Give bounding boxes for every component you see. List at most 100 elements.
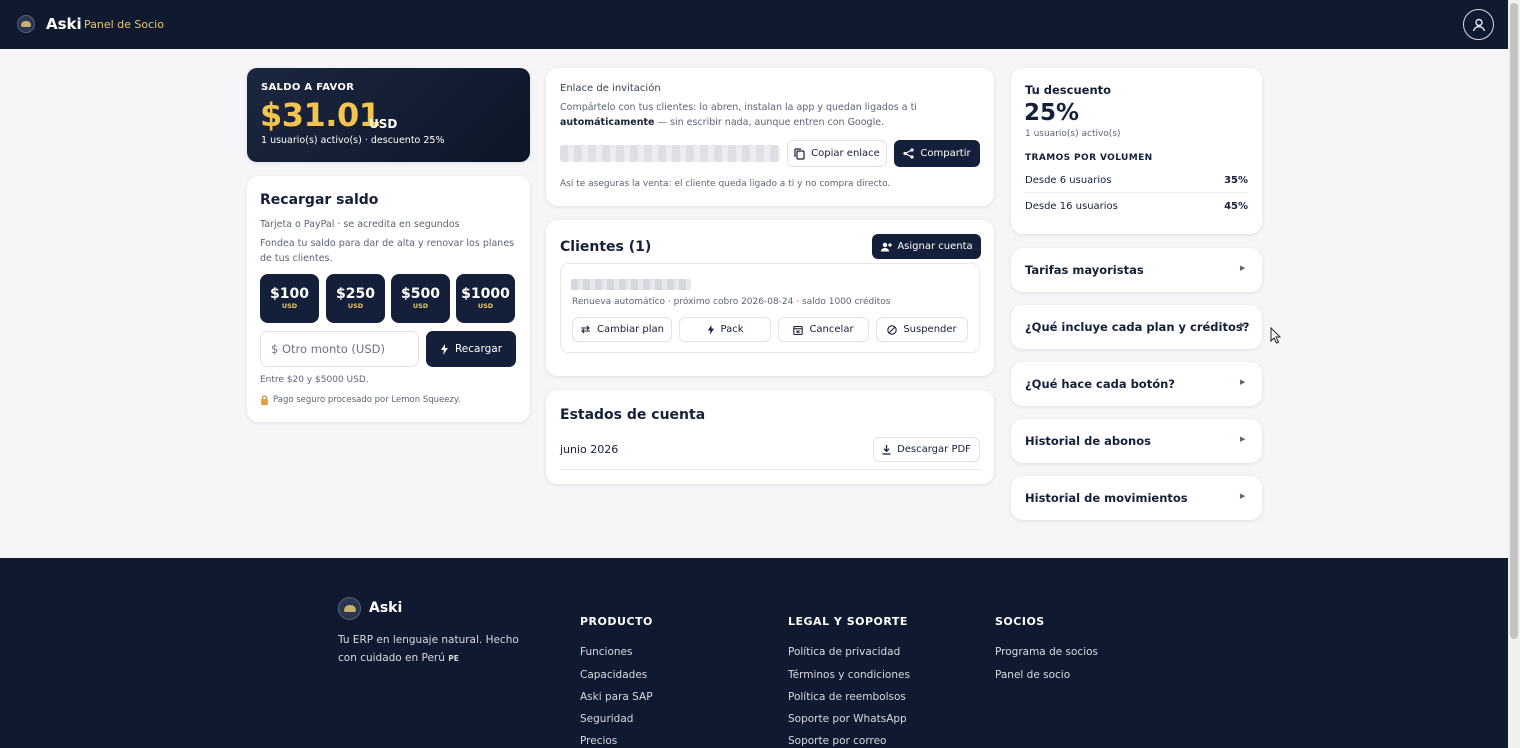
top-bar: Aski Panel de Socio — [0, 0, 1508, 49]
accordion-title: Tarifas mayoristas — [1025, 263, 1144, 277]
tier-value: 45% — [1224, 200, 1248, 212]
footer-link[interactable]: Programa de socios — [995, 646, 1098, 658]
invite-description: Compártelo con tus clientes: lo abren, i… — [560, 100, 980, 130]
amount-unit: USD — [477, 302, 494, 310]
cancel-label: Cancelar — [809, 324, 854, 335]
change-plan-button[interactable]: Cambiar plan — [572, 317, 672, 342]
caret-right-icon: ▶ — [1240, 321, 1246, 329]
suspend-button[interactable]: Suspender — [876, 317, 968, 342]
footer-link[interactable]: Términos y condiciones — [788, 669, 910, 681]
divider — [1025, 192, 1248, 193]
swap-icon — [581, 325, 590, 334]
recargar-button[interactable]: Recargar — [426, 331, 516, 367]
share-button[interactable]: Compartir — [894, 140, 980, 167]
footer-link[interactable]: Seguridad — [580, 713, 633, 725]
footer-link[interactable]: Soporte por correo — [788, 735, 886, 747]
amount-unit: USD — [347, 302, 364, 310]
share-label: Compartir — [920, 148, 971, 159]
secure-payment-note: Pago seguro procesado por Lemon Squeezy. — [260, 395, 460, 405]
balance-card: SALDO A FAVOR $31.01 USD 1 usuario(s) ac… — [247, 68, 530, 162]
accordion-title: Historial de abonos — [1025, 434, 1151, 448]
footer-column-title: LEGAL Y SOPORTE — [788, 615, 908, 628]
accordion-title: Historial de movimientos — [1025, 491, 1188, 505]
footer-link[interactable]: Soporte por WhatsApp — [788, 713, 907, 725]
footer-link[interactable]: Funciones — [580, 646, 632, 658]
other-amount-input[interactable] — [260, 331, 419, 367]
footer: Aski Tu ERP en lenguaje natural. Hecho c… — [0, 558, 1508, 748]
footer-tagline-text: Tu ERP en lenguaje natural. Hecho con cu… — [338, 634, 519, 664]
scrollbar-thumb[interactable] — [1510, 3, 1518, 639]
amount-500-button[interactable]: $500 USD — [391, 274, 450, 323]
pack-button[interactable]: Pack — [679, 317, 771, 342]
amount-value: $1000 — [461, 286, 510, 302]
bolt-icon — [440, 343, 448, 355]
accordion-movement-history[interactable]: Historial de movimientos ▶ — [1011, 476, 1262, 520]
invite-title: Enlace de invitación — [560, 83, 661, 94]
brand-name[interactable]: Aski — [46, 15, 82, 33]
footer-brand: Aski — [369, 600, 403, 616]
download-pdf-label: Descargar PDF — [897, 444, 971, 455]
balance-amount: $31.01 — [260, 96, 381, 134]
footer-tagline: Tu ERP en lenguaje natural. Hecho con cu… — [338, 631, 538, 668]
tier-label: Desde 16 usuarios — [1025, 200, 1118, 212]
footer-column-title: SOCIOS — [995, 615, 1045, 628]
share-icon — [903, 148, 914, 159]
footer-logo-icon — [338, 597, 361, 620]
footer-column-title: PRODUCTO — [580, 615, 653, 628]
copy-link-button[interactable]: Copiar enlace — [787, 140, 887, 167]
clients-title: Clientes (1) — [560, 239, 652, 255]
volume-tiers-title: TRAMOS POR VOLUMEN — [1025, 153, 1153, 163]
amount-250-button[interactable]: $250 USD — [326, 274, 385, 323]
accordion-button-help[interactable]: ¿Qué hace cada botón? ▶ — [1011, 362, 1262, 406]
accordion-payment-history[interactable]: Historial de abonos ▶ — [1011, 419, 1262, 463]
assign-account-button[interactable]: Asignar cuenta — [872, 234, 981, 259]
footer-link[interactable]: Capacidades — [580, 669, 647, 681]
amount-value: $500 — [401, 286, 440, 302]
mouse-cursor-icon — [1270, 327, 1281, 344]
statement-month: junio 2026 — [560, 443, 619, 456]
calendar-x-icon — [793, 325, 804, 335]
footer-link[interactable]: Política de privacidad — [788, 646, 900, 658]
suspend-label: Suspender — [903, 324, 957, 335]
accordion-wholesale-rates[interactable]: Tarifas mayoristas ▶ — [1011, 248, 1262, 292]
amount-100-button[interactable]: $100 USD — [260, 274, 319, 323]
user-menu-button[interactable] — [1463, 9, 1494, 40]
discount-card: Tu descuento 25% 1 usuario(s) activo(s) … — [1011, 68, 1262, 234]
bolt-icon — [707, 324, 714, 335]
caret-right-icon: ▶ — [1240, 492, 1246, 500]
recharge-title: Recargar saldo — [260, 192, 379, 208]
footer-link[interactable]: Panel de socio — [995, 669, 1070, 681]
panel-subtitle: Panel de Socio — [84, 18, 164, 31]
footer-link[interactable]: Aski para SAP — [580, 691, 653, 703]
caret-right-icon: ▶ — [1240, 264, 1246, 272]
amount-value: $250 — [336, 286, 375, 302]
tier-label: Desde 6 usuarios — [1025, 174, 1112, 186]
lock-icon — [261, 395, 268, 405]
recargar-label: Recargar — [454, 343, 503, 355]
invite-link-card: Enlace de invitación Compártelo con tus … — [546, 68, 994, 206]
invite-note: Así te aseguras la venta: el cliente que… — [560, 179, 891, 189]
statements-card: Estados de cuenta junio 2026 Descargar P… — [546, 390, 994, 484]
invite-desc-before: Compártelo con tus clientes: lo abren, i… — [560, 102, 917, 113]
client-row: Renueva automático · próximo cobro 2026-… — [560, 263, 980, 353]
footer-link[interactable]: Precios — [580, 735, 617, 747]
invite-link-redacted[interactable] — [560, 145, 780, 162]
copy-icon — [794, 147, 805, 160]
caret-right-icon: ▶ — [1240, 378, 1246, 386]
country-code: PE — [448, 654, 459, 663]
pack-label: Pack — [720, 324, 744, 335]
accordion-plan-credits[interactable]: ¿Qué incluye cada plan y créditos? ▶ — [1011, 305, 1262, 349]
balance-currency: USD — [369, 117, 398, 131]
recharge-card: Recargar saldo Tarjeta o PayPal · se acr… — [247, 176, 530, 422]
footer-link[interactable]: Política de reembolsos — [788, 691, 906, 703]
divider — [560, 469, 980, 470]
add-user-icon — [881, 242, 893, 251]
balance-label: SALDO A FAVOR — [261, 82, 355, 93]
amount-1000-button[interactable]: $1000 USD — [456, 274, 515, 323]
logo-icon[interactable] — [17, 15, 35, 33]
download-pdf-button[interactable]: Descargar PDF — [873, 437, 980, 462]
amount-unit: USD — [281, 302, 298, 310]
accordion-title: ¿Qué incluye cada plan y créditos? — [1025, 320, 1250, 334]
secure-payment-text: Pago seguro procesado por Lemon Squeezy. — [273, 395, 461, 405]
cancel-button[interactable]: Cancelar — [778, 317, 869, 342]
